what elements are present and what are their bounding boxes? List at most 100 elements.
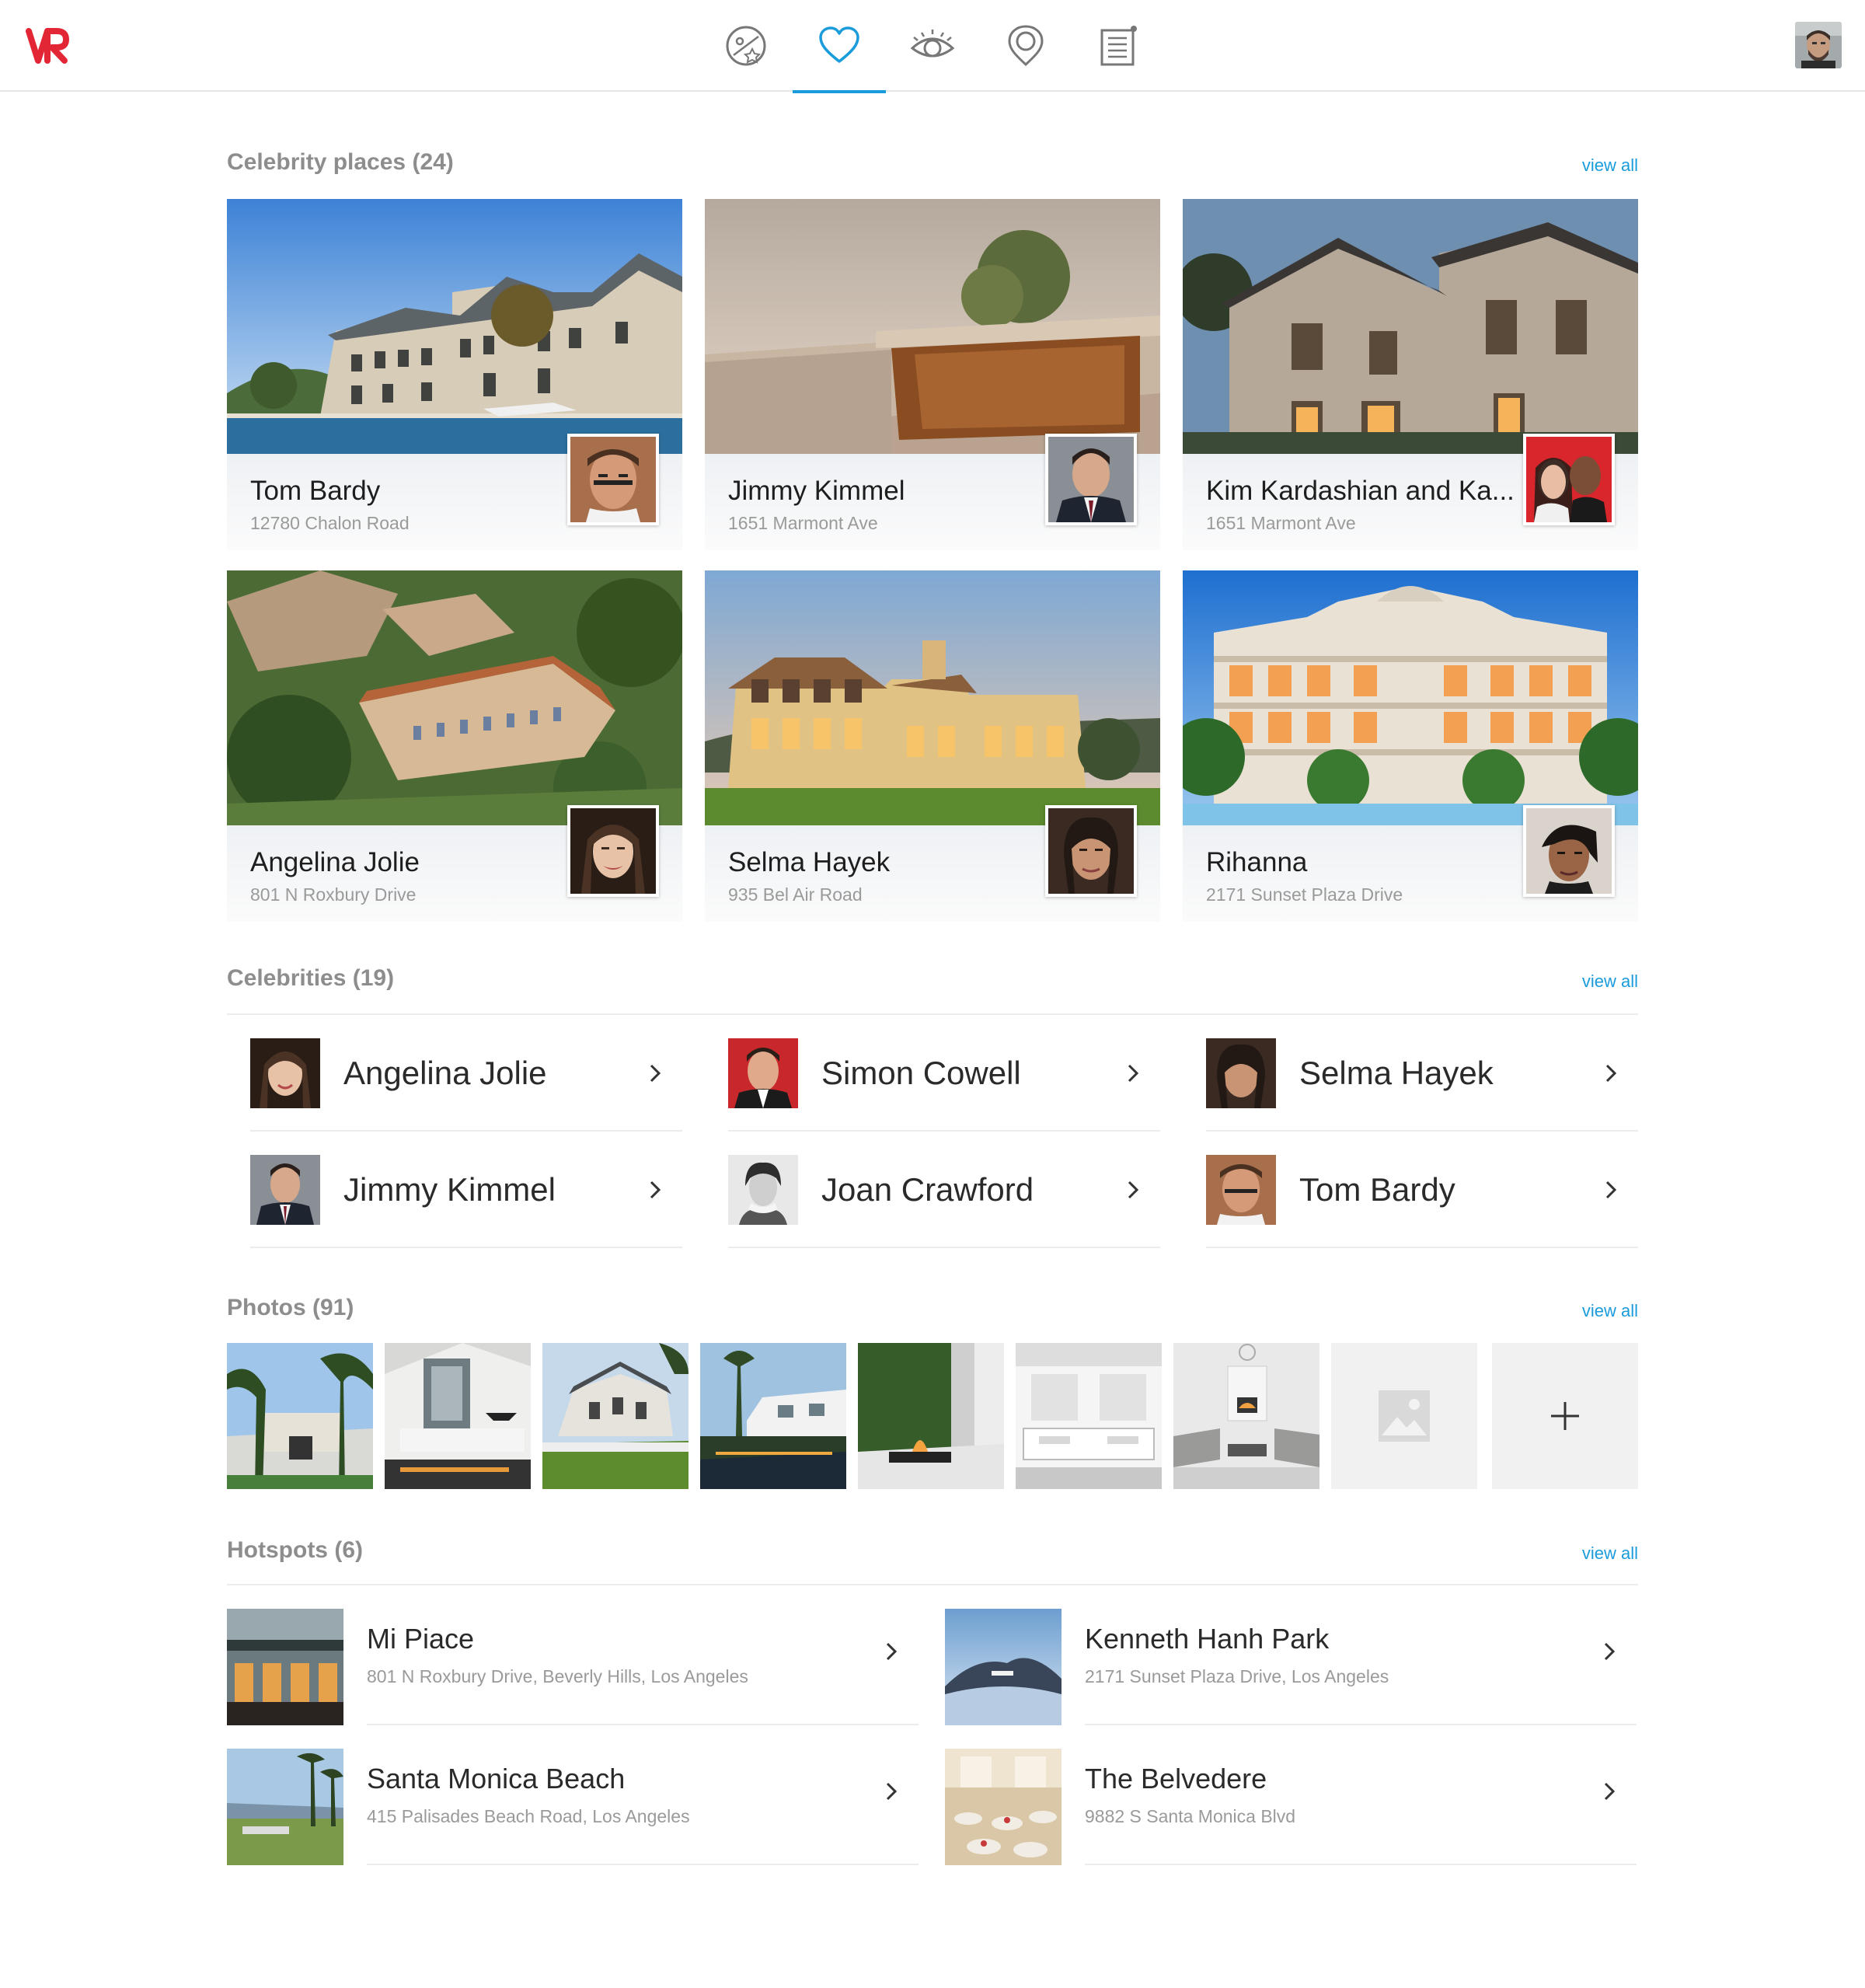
section-title-celebrities: Celebrities (19) [227, 965, 395, 991]
photo-thumbnail[interactable] [858, 1343, 1004, 1489]
hotspot-list-item[interactable]: The Belvedere 9882 S Santa Monica Blvd [945, 1725, 1637, 1865]
explore-icon [726, 26, 766, 66]
hotspots-view-all-link[interactable]: view all [1582, 1543, 1638, 1564]
hotspot-thumbnail [227, 1749, 343, 1865]
celebrity-thumbnail [1206, 1038, 1276, 1108]
place-photo [705, 199, 1160, 454]
photo-thumbnail[interactable] [1173, 1343, 1319, 1489]
celebrity-name: Joan Crawford [821, 1171, 1034, 1208]
photo-thumbnail[interactable] [700, 1343, 846, 1489]
celebrity-name: Angelina Jolie [343, 1055, 547, 1091]
celebrity-thumbnail [728, 1038, 798, 1108]
place-celebrity-name: Selma Hayek [728, 847, 891, 877]
section-title-hotspots: Hotspots (6) [227, 1537, 363, 1563]
place-address: 12780 Chalon Road [250, 513, 410, 533]
place-photo [1183, 570, 1638, 825]
place-card[interactable]: Rihanna 2171 Sunset Plaza Drive [1183, 570, 1638, 922]
hotspot-thumbnail [945, 1749, 1061, 1865]
photo-thumbnail[interactable] [1016, 1343, 1162, 1489]
hotspot-name: Santa Monica Beach [367, 1763, 626, 1794]
place-photo [227, 199, 682, 454]
nav-tab-watch[interactable] [886, 17, 979, 92]
chevron-right-icon [1604, 1782, 1616, 1801]
chevron-right-icon [1605, 1181, 1617, 1199]
place-card[interactable]: Tom Bardy 12780 Chalon Road [227, 199, 682, 550]
celebrity-list-item[interactable]: Jimmy Kimmel [250, 1132, 682, 1248]
vr-logo-icon[interactable] [26, 26, 69, 65]
place-address: 801 N Roxbury Drive [250, 884, 417, 905]
celebrity-name: Selma Hayek [1299, 1055, 1494, 1091]
chevron-right-icon [1604, 1642, 1616, 1661]
hotspot-name: Kenneth Hanh Park [1085, 1623, 1330, 1655]
celebrity-portrait [1045, 434, 1137, 525]
place-photo [227, 570, 682, 825]
hotspot-list-item[interactable]: Mi Piace 801 N Roxbury Drive, Beverly Hi… [227, 1585, 919, 1725]
chevron-right-icon [650, 1064, 661, 1083]
place-card[interactable]: Jimmy Kimmel 1651 Marmont Ave [705, 199, 1160, 550]
celebrity-thumbnail [728, 1155, 798, 1225]
chevron-right-icon [1128, 1064, 1139, 1083]
place-address: 2171 Sunset Plaza Drive [1206, 884, 1403, 905]
place-address: 1651 Marmont Ave [1206, 513, 1356, 533]
hotspot-list-item[interactable]: Santa Monica Beach 415 Palisades Beach R… [227, 1725, 919, 1865]
celebrity-list-item[interactable]: Simon Cowell [728, 1015, 1160, 1132]
photo-thumbnail[interactable] [227, 1343, 373, 1489]
heart-icon [819, 26, 859, 63]
celebrity-places-view-all-link[interactable]: view all [1582, 155, 1638, 176]
celebrity-portrait [1045, 805, 1137, 897]
celebrity-name: Simon Cowell [821, 1055, 1021, 1091]
celebrity-list-item[interactable]: Selma Hayek [1206, 1015, 1638, 1132]
add-photo-button[interactable] [1492, 1343, 1638, 1489]
celebrity-thumbnail [250, 1038, 320, 1108]
place-card[interactable]: Kim Kardashian and Ka... 1651 Marmont Av… [1183, 199, 1638, 550]
place-address: 935 Bel Air Road [728, 884, 863, 905]
place-celebrity-name: Kim Kardashian and Ka... [1206, 476, 1515, 506]
hotspot-name: Mi Piace [367, 1623, 475, 1655]
section-title-photos: Photos (91) [227, 1295, 354, 1320]
list-divider [367, 1864, 919, 1865]
hotspot-thumbnail [945, 1609, 1061, 1725]
chevron-right-icon [1605, 1064, 1617, 1083]
chevron-right-icon [650, 1181, 661, 1199]
place-photo [705, 570, 1160, 825]
celebrity-list-item[interactable]: Tom Bardy [1206, 1132, 1638, 1248]
celebrity-thumbnail [1206, 1155, 1276, 1225]
photo-thumbnail[interactable] [385, 1343, 531, 1489]
notes-icon [1100, 26, 1137, 66]
place-card[interactable]: Selma Hayek 935 Bel Air Road [705, 570, 1160, 922]
nav-tab-places[interactable] [979, 17, 1072, 92]
hotspot-address: 2171 Sunset Plaza Drive, Los Angeles [1085, 1666, 1389, 1686]
plus-icon [1551, 1402, 1579, 1430]
chevron-right-icon [886, 1782, 898, 1801]
photo-placeholder[interactable] [1331, 1343, 1477, 1489]
photos-view-all-link[interactable]: view all [1582, 1301, 1638, 1321]
location-pin-icon [1008, 25, 1044, 67]
chevron-right-icon [1128, 1181, 1139, 1199]
hotspot-thumbnail [227, 1609, 343, 1725]
eye-icon [910, 30, 955, 58]
celebrity-name: Jimmy Kimmel [343, 1171, 556, 1208]
place-celebrity-name: Rihanna [1206, 847, 1308, 877]
nav-tab-explore[interactable] [699, 17, 793, 92]
hotspot-name: The Belvedere [1085, 1763, 1267, 1794]
celebrity-portrait [567, 805, 659, 897]
celebrities-view-all-link[interactable]: view all [1582, 971, 1638, 992]
nav-tab-notes[interactable] [1072, 17, 1166, 92]
hotspot-address: 801 N Roxbury Drive, Beverly Hills, Los … [367, 1666, 748, 1686]
nav-tab-favorites[interactable] [793, 17, 886, 93]
celebrity-list-item[interactable]: Angelina Jolie [250, 1015, 682, 1132]
celebrity-list-item[interactable]: Joan Crawford [728, 1132, 1160, 1248]
celebrity-name: Tom Bardy [1299, 1171, 1455, 1208]
top-navigation-bar [0, 0, 1865, 93]
photo-thumbnail[interactable] [542, 1343, 688, 1489]
image-placeholder-icon [1379, 1390, 1430, 1442]
hotspot-address: 9882 S Santa Monica Blvd [1085, 1806, 1296, 1826]
hotspot-address: 415 Palisades Beach Road, Los Angeles [367, 1806, 690, 1826]
place-celebrity-name: Jimmy Kimmel [728, 476, 905, 506]
place-address: 1651 Marmont Ave [728, 513, 878, 533]
chevron-right-icon [886, 1642, 898, 1661]
hotspot-list-item[interactable]: Kenneth Hanh Park 2171 Sunset Plaza Driv… [945, 1585, 1637, 1725]
user-avatar[interactable] [1795, 22, 1842, 68]
place-card[interactable]: Angelina Jolie 801 N Roxbury Drive [227, 570, 682, 922]
celebrity-portrait [1523, 434, 1615, 525]
